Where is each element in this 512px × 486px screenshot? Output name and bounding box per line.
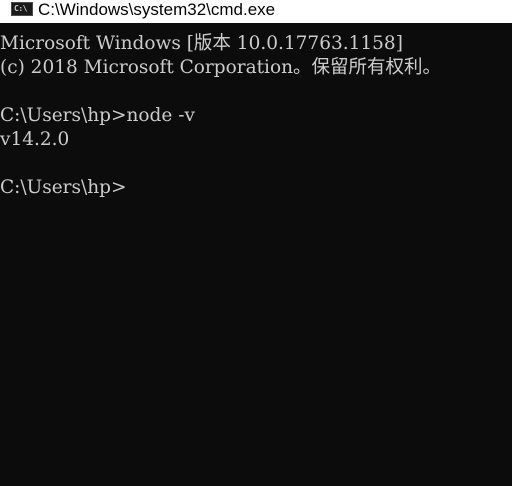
cmd-window: C:\ C:\Windows\system32\cmd.exe Microsof… [0, 0, 512, 486]
console-line-prompt[interactable]: C:\Users\hp> [0, 176, 126, 200]
cmd-icon[interactable]: C:\ [11, 2, 33, 16]
console-line-command: C:\Users\hp>node -v [0, 105, 195, 126]
window-title: C:\Windows\system32\cmd.exe [38, 0, 276, 19]
title-bar[interactable]: C:\ C:\Windows\system32\cmd.exe [0, 0, 512, 23]
console-line-copyright: (c) 2018 Microsoft Corporation。保留所有权利。 [0, 57, 442, 78]
console-line-output: v14.2.0 [0, 129, 70, 150]
console-line-version: Microsoft Windows [版本 10.0.17763.1158] [0, 33, 403, 54]
cmd-icon-glyph: C:\ [14, 4, 27, 13]
console-output[interactable]: Microsoft Windows [版本 10.0.17763.1158] (… [0, 23, 512, 486]
